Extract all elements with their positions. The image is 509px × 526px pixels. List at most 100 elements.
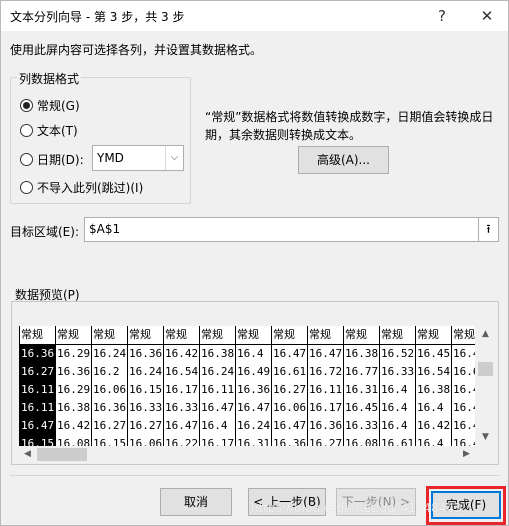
preview-cell[interactable]: 16.4 [451, 398, 475, 416]
destination-input[interactable]: $A$1 ⭱ [84, 217, 499, 242]
preview-cell[interactable]: 16.27 [19, 362, 56, 380]
preview-cell[interactable]: 16.27 [91, 416, 128, 434]
preview-cell[interactable]: 16.11 [307, 380, 344, 398]
preview-column-header[interactable]: 常规 [415, 326, 452, 345]
preview-cell[interactable]: 16.33 [163, 398, 200, 416]
scroll-left-icon[interactable]: ◀ [19, 446, 36, 463]
preview-cell[interactable]: 16.24 [235, 416, 272, 434]
preview-cell[interactable]: 16.15 [91, 434, 128, 446]
horizontal-scroll-thumb[interactable] [37, 448, 87, 461]
preview-cell[interactable]: 16.38 [199, 344, 236, 362]
preview-cell[interactable]: 16.4 [379, 416, 416, 434]
preview-cell[interactable]: 16.61 [271, 362, 308, 380]
cancel-button[interactable]: 取消 [160, 488, 232, 516]
preview-cell[interactable]: 16.38 [415, 380, 452, 398]
preview-cell[interactable]: 16.17 [199, 434, 236, 446]
preview-cell[interactable]: 16.24 [91, 344, 128, 362]
vertical-scroll-thumb[interactable] [478, 362, 493, 376]
preview-cell[interactable]: 16.4 [379, 398, 416, 416]
preview-cell[interactable]: 16.06 [271, 398, 308, 416]
preview-cell[interactable]: 16.31 [235, 434, 272, 446]
preview-cell[interactable]: 16.36 [235, 380, 272, 398]
scroll-right-icon[interactable]: ▶ [458, 446, 475, 463]
preview-cell[interactable]: 16.24 [127, 362, 164, 380]
help-icon[interactable]: ? [429, 4, 455, 28]
preview-grid[interactable]: 常规 常规 常规 常规 常规 常规 常规 常规 常规 常规 常规 常规 常规 16.36 16.29 16.… [19, 326, 475, 446]
preview-cell[interactable]: 16.52 [379, 344, 416, 362]
chevron-down-icon[interactable]: ⌵ [165, 146, 183, 170]
preview-cell[interactable]: 16.36 [91, 398, 128, 416]
preview-cell[interactable]: 16.36 [127, 344, 164, 362]
preview-cell[interactable]: 16.33 [379, 362, 416, 380]
preview-cell[interactable]: 16.38 [55, 398, 92, 416]
preview-cell[interactable]: 16.38 [343, 344, 380, 362]
preview-cell[interactable]: 16.15 [127, 380, 164, 398]
scroll-down-icon[interactable]: ▼ [477, 429, 494, 446]
radio-date[interactable]: 日期(D): [20, 151, 84, 168]
preview-cell[interactable]: 16.17 [307, 398, 344, 416]
preview-cell[interactable]: 16.36 [307, 416, 344, 434]
preview-column-header[interactable]: 常规 [127, 326, 164, 345]
preview-cell[interactable]: 16.27 [271, 380, 308, 398]
preview-column-header[interactable]: 常规 [307, 326, 344, 345]
date-format-select[interactable]: YMD ⌵ [92, 145, 184, 171]
preview-cell[interactable]: 16.29 [55, 380, 92, 398]
preview-cell[interactable]: 16.4 [451, 434, 475, 446]
preview-cell[interactable]: 16.45 [415, 344, 452, 362]
preview-column-header[interactable]: 常规 [379, 326, 416, 345]
preview-cell[interactable]: 16.54 [415, 362, 452, 380]
preview-cell[interactable]: 16.11 [19, 398, 56, 416]
preview-cell[interactable]: 16.27 [307, 434, 344, 446]
radio-general[interactable]: 常规(G) [20, 97, 80, 114]
preview-column-header[interactable]: 常规 [343, 326, 380, 345]
preview-column-header[interactable]: 常规 [55, 326, 92, 345]
preview-cell[interactable]: 16.4 [451, 416, 475, 434]
radio-text-indicator[interactable] [20, 124, 33, 137]
preview-cell[interactable]: 16.29 [55, 344, 92, 362]
preview-cell[interactable]: 16.4 [379, 380, 416, 398]
preview-column-header[interactable]: 常规 [451, 326, 475, 345]
collapse-dialog-icon[interactable]: ⭱ [478, 218, 498, 241]
radio-skip-indicator[interactable] [20, 181, 33, 194]
preview-cell[interactable]: 16.4 [451, 380, 475, 398]
radio-general-indicator[interactable] [20, 99, 33, 112]
preview-cell[interactable]: 16.15 [19, 434, 56, 446]
preview-cell[interactable]: 16.06 [127, 434, 164, 446]
preview-cell[interactable]: 16.4 [415, 434, 452, 446]
preview-cell[interactable]: 16.47 [271, 344, 308, 362]
preview-cell[interactable]: 16.22 [163, 434, 200, 446]
preview-cell[interactable]: 16.31 [343, 380, 380, 398]
preview-column-header[interactable]: 常规 [19, 326, 56, 345]
preview-cell[interactable]: 16.47 [199, 398, 236, 416]
preview-cell[interactable]: 16.24 [199, 362, 236, 380]
preview-cell[interactable]: 16.42 [415, 416, 452, 434]
preview-cell[interactable]: 16.33 [343, 416, 380, 434]
preview-column-header[interactable]: 常规 [91, 326, 128, 345]
preview-cell[interactable]: 16.08 [55, 434, 92, 446]
preview-cell[interactable]: 16.72 [307, 362, 344, 380]
preview-cell[interactable]: 16.54 [163, 362, 200, 380]
preview-cell[interactable]: 16.11 [19, 380, 56, 398]
radio-skip[interactable]: 不导入此列(跳过)(I) [20, 179, 143, 196]
close-icon[interactable]: ✕ [474, 4, 500, 28]
preview-cell[interactable]: 16.36 [19, 344, 56, 362]
preview-cell[interactable]: 16.49 [235, 362, 272, 380]
preview-cell[interactable]: 16.17 [163, 380, 200, 398]
preview-cell[interactable]: 16.4 [415, 398, 452, 416]
preview-cell[interactable]: 16.06 [91, 380, 128, 398]
preview-table[interactable]: 常规 常规 常规 常规 常规 常规 常规 常规 常规 常规 常规 常规 常规 16.36 16.29 16.… [19, 326, 475, 446]
preview-cell[interactable]: 16.4 [199, 416, 236, 434]
preview-cell[interactable]: 16.47 [307, 344, 344, 362]
vertical-scrollbar[interactable]: ▲ ▼ [477, 326, 494, 446]
preview-cell[interactable]: 16.6 [451, 362, 475, 380]
preview-cell[interactable]: 16.2 [91, 362, 128, 380]
preview-column-header[interactable]: 常规 [199, 326, 236, 345]
preview-cell[interactable]: 16.4 [235, 344, 272, 362]
preview-cell[interactable]: 16.47 [235, 398, 272, 416]
preview-cell[interactable]: 16.11 [199, 380, 236, 398]
preview-cell[interactable]: 16.42 [55, 416, 92, 434]
preview-cell[interactable]: 16.47 [19, 416, 56, 434]
preview-cell[interactable]: 16.47 [271, 416, 308, 434]
horizontal-scrollbar[interactable]: ◀ ▶ [19, 446, 475, 463]
scroll-up-icon[interactable]: ▲ [477, 326, 494, 343]
